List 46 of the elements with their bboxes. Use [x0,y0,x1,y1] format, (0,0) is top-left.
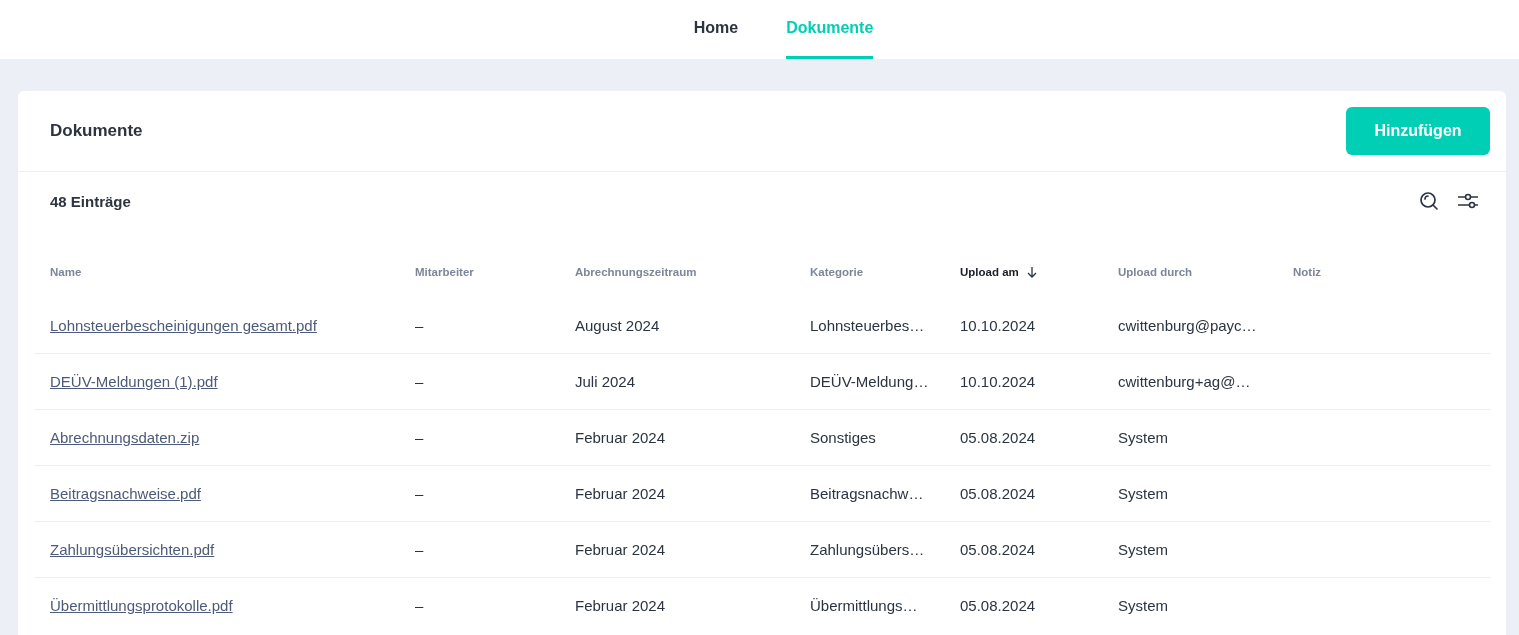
table-cell: System [1118,429,1168,446]
column-header[interactable]: Kategorie [810,266,864,278]
table-cell: 05.08.2024 [960,485,1036,502]
table-cell: Lohnsteuerbes… [810,317,925,334]
table-cell: cwittenburg+ag@… [1118,373,1251,390]
table-cell: Übermittlungs… [810,597,918,614]
entry-count: 48 Einträge [50,192,131,210]
table-cell: Beitragsnachw… [810,485,924,502]
table-cell: 05.08.2024 [960,429,1036,446]
table-cell: 05.08.2024 [960,541,1036,558]
table-cell: Zahlungsübers… [810,541,925,558]
column-header[interactable]: Upload am [960,266,1019,278]
table-cell: Sonstiges [810,429,876,446]
file-link[interactable]: Zahlungsübersichten.pdf [50,541,215,558]
table-cell: System [1118,485,1168,502]
file-link[interactable]: DEÜV-Meldungen (1).pdf [50,373,218,390]
column-header[interactable]: Upload durch [1118,266,1193,278]
column-header[interactable]: Abrechnungszeitraum [575,266,697,278]
card-title: Dokumente [50,121,143,141]
file-link[interactable]: Übermittlungsprotokolle.pdf [50,597,233,614]
table-cell: Februar 2024 [575,541,666,558]
table-cell: 10.10.2024 [960,317,1036,334]
table-cell: System [1118,597,1168,614]
table-cell: Februar 2024 [575,429,666,446]
table-cell: DEÜV-Meldung… [810,373,929,390]
table-cell: – [415,373,424,390]
file-link[interactable]: Lohnsteuerbescheinigungen gesamt.pdf [50,317,317,334]
table-cell: 10.10.2024 [960,373,1036,390]
column-header[interactable]: Notiz [1293,266,1322,278]
column-header[interactable]: Mitarbeiter [415,266,474,278]
table-cell: 05.08.2024 [960,597,1036,614]
nav-tab[interactable]: Home [693,0,739,59]
table-cell: – [415,541,424,558]
file-link[interactable]: Beitragsnachweise.pdf [50,485,201,502]
table-cell: – [415,429,424,446]
file-link[interactable]: Abrechnungsdaten.zip [50,429,200,446]
table-cell: Februar 2024 [575,597,666,614]
table-cell: Juli 2024 [575,373,636,390]
table-cell: cwittenburg@payc… [1118,317,1257,334]
table-cell: – [415,317,424,334]
table-cell: – [415,597,424,614]
table-cell: – [415,485,424,502]
table-cell: Februar 2024 [575,485,666,502]
table-cell: System [1118,541,1168,558]
table-cell: August 2024 [575,317,660,334]
column-header[interactable]: Name [50,266,82,278]
